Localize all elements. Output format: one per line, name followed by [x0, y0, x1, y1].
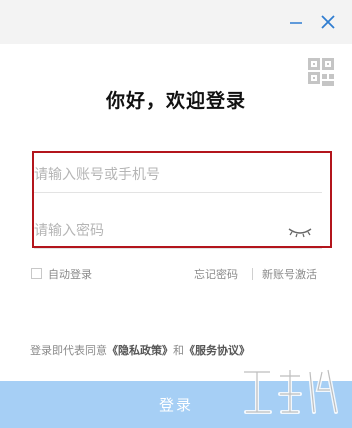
- agreement-prefix: 登录即代表同意: [30, 344, 107, 357]
- show-password-toggle[interactable]: [287, 224, 313, 238]
- title-bar: [0, 0, 352, 44]
- login-button-label: 登录: [158, 396, 193, 414]
- close-icon: [321, 15, 335, 29]
- password-input-underline: [34, 248, 322, 249]
- auto-login-label[interactable]: 自动登录: [48, 266, 92, 282]
- eye-closed-icon: [288, 228, 312, 238]
- agreement-connector: 和: [173, 344, 184, 357]
- password-input[interactable]: [34, 219, 284, 243]
- close-button[interactable]: [318, 12, 338, 32]
- service-agreement-link[interactable]: 《服务协议》: [184, 344, 250, 357]
- minimize-button[interactable]: [286, 12, 306, 32]
- minimize-icon: [290, 22, 302, 24]
- page-title: 你好，欢迎登录: [105, 90, 246, 112]
- auto-login-checkbox[interactable]: [31, 268, 42, 279]
- privacy-policy-link[interactable]: 《隐私政策》: [107, 344, 173, 357]
- account-input-underline: [34, 192, 322, 193]
- forgot-password-link[interactable]: 忘记密码: [194, 266, 238, 282]
- account-input[interactable]: [34, 163, 284, 187]
- agreement-text: 登录即代表同意《隐私政策》和《服务协议》: [30, 342, 250, 358]
- link-divider: [252, 268, 253, 280]
- watermark-logo: [242, 368, 338, 414]
- activate-account-link[interactable]: 新账号激活: [262, 266, 317, 282]
